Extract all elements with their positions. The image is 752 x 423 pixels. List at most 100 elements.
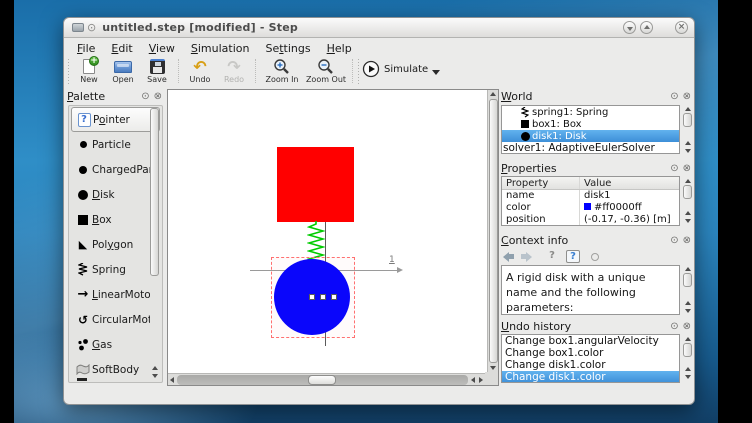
spring-icon bbox=[78, 263, 88, 276]
minimize-icon bbox=[627, 27, 633, 31]
redo-button[interactable]: ↷ Redo bbox=[217, 57, 251, 84]
status-circle-icon[interactable] bbox=[591, 253, 599, 261]
menu-help[interactable]: Help bbox=[319, 41, 360, 56]
maximize-button[interactable] bbox=[640, 21, 653, 34]
scroll-up-icon[interactable] bbox=[685, 179, 691, 183]
world-item-solver1[interactable]: solver1: AdaptiveEulerSolver bbox=[502, 142, 679, 154]
zoom-in-button[interactable]: Zoom In bbox=[260, 57, 304, 84]
help-button[interactable]: ? bbox=[545, 250, 559, 263]
pointer-icon: ? bbox=[78, 113, 91, 127]
world-item-spring1[interactable]: spring1: Spring bbox=[502, 106, 679, 118]
palette-item-pointer[interactable]: ? Pointer bbox=[71, 107, 160, 132]
simulate-button[interactable]: Simulate bbox=[362, 57, 440, 78]
open-button[interactable]: Open bbox=[106, 57, 140, 84]
minimize-button[interactable] bbox=[623, 21, 636, 34]
property-row-position[interactable]: position (-0.17, -0.36) [m] bbox=[502, 214, 679, 226]
screen-black-bar-left bbox=[0, 0, 14, 423]
toolbar-drag-handle[interactable] bbox=[357, 58, 361, 84]
disk-icon bbox=[521, 132, 530, 141]
float-panel-icon[interactable]: ⊙ bbox=[141, 92, 149, 102]
scroll-up-icon[interactable] bbox=[685, 267, 691, 271]
world-scrollbar[interactable] bbox=[682, 105, 693, 155]
scrollbar-thumb[interactable] bbox=[683, 185, 692, 199]
menu-simulation[interactable]: Simulation bbox=[183, 41, 258, 56]
float-panel-icon[interactable]: ⊙ bbox=[670, 236, 678, 246]
float-panel-icon[interactable]: ⊙ bbox=[670, 164, 678, 174]
undo-item[interactable]: Change disk1.color bbox=[502, 359, 679, 371]
zoom-in-label: Zoom In bbox=[265, 75, 298, 84]
scroll-down-icon[interactable] bbox=[685, 219, 691, 223]
world-item-disk1-selected[interactable]: disk1: Disk bbox=[502, 130, 679, 142]
new-button[interactable]: + New bbox=[72, 57, 106, 84]
context-info-text: A rigid disk with a unique name and the … bbox=[506, 271, 675, 316]
scroll-up-icon[interactable] bbox=[685, 337, 691, 341]
close-button[interactable]: × bbox=[675, 21, 688, 34]
close-panel-icon[interactable]: ⊗ bbox=[154, 92, 162, 102]
menu-file[interactable]: File bbox=[69, 41, 103, 56]
close-panel-icon[interactable]: ⊗ bbox=[683, 322, 691, 332]
follow-selection-toggle[interactable]: ? bbox=[566, 250, 580, 263]
scroll-up-icon[interactable] bbox=[685, 141, 691, 145]
context-scrollbar[interactable] bbox=[682, 265, 693, 315]
scroll-right-icon[interactable] bbox=[479, 377, 483, 383]
scroll-up-icon[interactable] bbox=[685, 301, 691, 305]
toolbar-drag-handle[interactable] bbox=[67, 58, 71, 84]
scrollbar-thumb[interactable] bbox=[308, 375, 336, 385]
column-property[interactable]: Property bbox=[502, 177, 580, 189]
undo-button[interactable]: ↶ Undo bbox=[183, 57, 217, 84]
scrollbar-thumb[interactable] bbox=[150, 108, 159, 276]
menu-view[interactable]: View bbox=[141, 41, 183, 56]
canvas-vertical-scrollbar[interactable] bbox=[487, 90, 498, 372]
scroll-down-icon[interactable] bbox=[685, 375, 691, 379]
float-panel-icon[interactable]: ⊙ bbox=[670, 92, 678, 102]
undo-icon: ↶ bbox=[193, 59, 206, 75]
properties-scrollbar[interactable] bbox=[682, 177, 693, 225]
selection-handle[interactable] bbox=[309, 294, 315, 300]
zoom-out-button[interactable]: Zoom Out bbox=[304, 57, 348, 84]
scroll-down-icon[interactable] bbox=[490, 366, 496, 370]
scroll-up-icon[interactable] bbox=[152, 366, 158, 370]
undo-item[interactable]: Change box1.angularVelocity bbox=[502, 335, 679, 347]
scene-box1[interactable] bbox=[277, 147, 354, 222]
close-panel-icon[interactable]: ⊗ bbox=[683, 92, 691, 102]
window-menu-icon[interactable]: ⊙ bbox=[87, 22, 96, 33]
menu-edit[interactable]: Edit bbox=[103, 41, 140, 56]
selection-handle[interactable] bbox=[320, 294, 326, 300]
forward-button[interactable] bbox=[521, 252, 532, 262]
undo-scrollbar[interactable] bbox=[682, 335, 693, 381]
scroll-up-icon[interactable] bbox=[685, 367, 691, 371]
scroll-down-icon[interactable] bbox=[685, 309, 691, 313]
back-button[interactable] bbox=[503, 252, 514, 262]
toolbar-separator bbox=[178, 59, 179, 83]
save-button[interactable]: Save bbox=[140, 57, 174, 84]
scroll-down-icon[interactable] bbox=[685, 149, 691, 153]
scrollbar-track[interactable] bbox=[177, 375, 468, 385]
scroll-up-icon[interactable] bbox=[490, 92, 496, 96]
close-panel-icon[interactable]: ⊗ bbox=[683, 236, 691, 246]
property-row-color[interactable]: color #ff0000ff bbox=[502, 202, 679, 214]
undo-item-selected[interactable]: Change disk1.color bbox=[502, 371, 679, 383]
close-panel-icon[interactable]: ⊗ bbox=[683, 164, 691, 174]
scroll-left-icon[interactable] bbox=[471, 377, 475, 383]
scroll-up-icon[interactable] bbox=[685, 211, 691, 215]
property-row-name[interactable]: name disk1 bbox=[502, 190, 679, 202]
palette-scrollbar[interactable] bbox=[149, 108, 160, 380]
float-panel-icon[interactable]: ⊙ bbox=[670, 322, 678, 332]
selection-handle[interactable] bbox=[331, 294, 337, 300]
column-value[interactable]: Value bbox=[580, 177, 615, 189]
menu-settings[interactable]: Settings bbox=[257, 41, 318, 56]
scroll-down-icon[interactable] bbox=[152, 374, 158, 378]
palette-panel: Palette ⊙ ⊗ ? Pointer Particle ChargedPa… bbox=[67, 89, 164, 384]
properties-header-row[interactable]: Property Value bbox=[502, 177, 679, 190]
scrollbar-thumb[interactable] bbox=[683, 343, 692, 357]
scene-viewport[interactable]: 1 bbox=[168, 90, 485, 372]
scrollbar-thumb[interactable] bbox=[683, 273, 692, 287]
scroll-up-icon[interactable] bbox=[685, 107, 691, 111]
scroll-left-icon[interactable] bbox=[170, 377, 174, 383]
world-item-box1[interactable]: box1: Box bbox=[502, 118, 679, 130]
properties-table: Property Value name disk1 color #ff0000f… bbox=[501, 176, 680, 226]
scrollbar-thumb[interactable] bbox=[683, 113, 692, 127]
titlebar[interactable]: ⊙ untitled.step [modified] - Step × bbox=[64, 18, 694, 38]
undo-item[interactable]: Change box1.color bbox=[502, 347, 679, 359]
scrollbar-thumb[interactable] bbox=[489, 99, 498, 363]
